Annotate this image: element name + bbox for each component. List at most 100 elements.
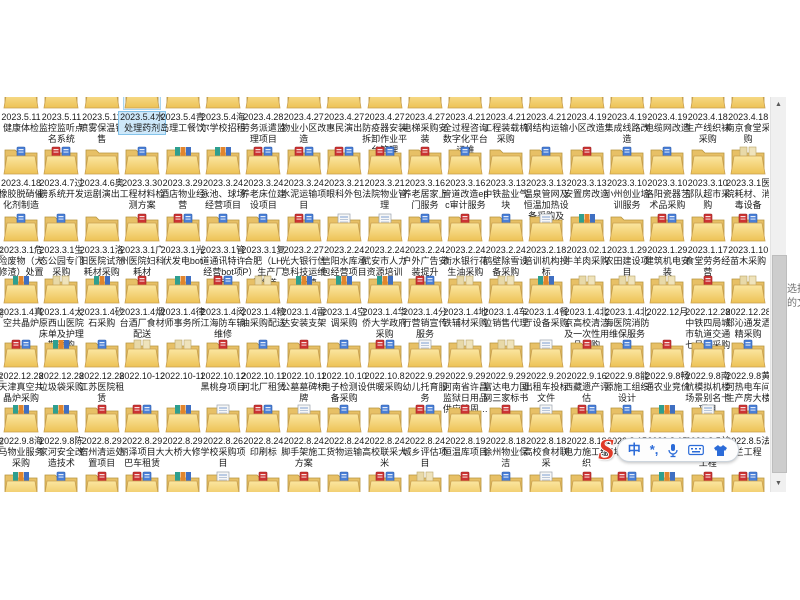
- file-item-label: 2023.1.4空调采购: [321, 307, 367, 329]
- voice-input-icon[interactable]: [667, 443, 679, 458]
- file-item-label: 2023.1.4餐厅设备采购: [523, 307, 569, 329]
- folder-icon: [447, 274, 483, 304]
- folder-icon: [245, 145, 281, 175]
- folder-icon: [690, 212, 726, 242]
- folder-icon: [447, 403, 483, 433]
- file-item-label: 2022.8.18高校食材联采: [523, 436, 569, 469]
- folder-icon: [124, 470, 160, 492]
- folder-icon: [488, 274, 524, 304]
- folder-icon: [569, 212, 605, 242]
- folder-icon: [488, 470, 524, 492]
- file-item-label: 2023.1.4地铁辅材采购: [442, 307, 488, 329]
- ime-toolbar[interactable]: S 中 *,: [598, 434, 739, 466]
- folder-icon: [447, 338, 483, 368]
- scrollbar-thumb[interactable]: [772, 255, 787, 473]
- folder-icon: [730, 403, 766, 433]
- folder-icon: [569, 97, 605, 109]
- folder-icon: [286, 274, 322, 304]
- file-item-label: 2023.3.24水泥运输项目: [281, 178, 327, 211]
- punctuation-icon[interactable]: *,: [650, 439, 659, 461]
- file-item-label: 2022.12.28江苏医院租赁: [79, 371, 125, 404]
- folder-icon: [367, 470, 403, 492]
- folder-icon: [407, 212, 443, 242]
- file-item-label: 2023.4.7过磅系统开发: [38, 178, 84, 200]
- folder-icon: [245, 212, 281, 242]
- folder-icon: [165, 470, 201, 492]
- folder-icon: [690, 145, 726, 175]
- chinese-mode-icon[interactable]: 中: [628, 439, 641, 461]
- folder-icon: [326, 403, 362, 433]
- file-item-label: 2023.1.4粮油采购配送: [240, 307, 286, 329]
- file-item-label: 2022.10-12: [119, 371, 165, 382]
- folder-icon: [245, 274, 281, 304]
- file-item-label: 2023.4.27惠民演出: [321, 112, 367, 134]
- ime-logo-icon[interactable]: S: [598, 435, 615, 465]
- file-item-label: 2023.3.10部队超市采购: [685, 178, 731, 211]
- vertical-scrollbar[interactable]: ▲ ▼: [770, 97, 786, 492]
- skin-center-icon[interactable]: [713, 444, 728, 457]
- file-item-label: 2022.8.19恒温库项目: [442, 436, 488, 458]
- folder-icon: [124, 403, 160, 433]
- clipped-label-fragment: 三: [0, 371, 5, 384]
- file-item-label: 2023.3.10小州创业培训服务: [604, 178, 650, 211]
- soft-keyboard-icon[interactable]: [688, 444, 704, 456]
- file-item-label: 2022.8.24脚手架施工方案: [281, 436, 327, 469]
- file-item-label: 2023.5.11健康体检: [0, 112, 44, 134]
- screenshot-root: { "app": { "view": "explorer-large-icons…: [0, 0, 800, 600]
- scroll-up-arrow-icon[interactable]: ▲: [771, 97, 786, 113]
- folder-icon: [286, 212, 322, 242]
- file-item-label: 2023.3.21眼科外包: [321, 178, 367, 200]
- file-item-label: 2022.9.16西藏遗产评估: [564, 371, 610, 404]
- folder-icon: [730, 338, 766, 368]
- folder-icon: [690, 274, 726, 304]
- file-item-label: 2023.1.4华侨大学政府采购: [362, 307, 408, 340]
- file-item-label: 2022.9.29幼儿托育服务: [402, 371, 448, 404]
- folder-icon: [488, 97, 524, 109]
- file-item-label: 2022.8.24高校联采大米: [362, 436, 408, 469]
- file-item-label: 2023.1.4砂石采购: [79, 307, 125, 329]
- folder-icon: [43, 403, 79, 433]
- file-item-label: 2022.8.29大桥大修: [160, 436, 206, 458]
- folder-icon: [447, 212, 483, 242]
- file-item-label: 2022.12.28郑沁通发酒精采购: [725, 307, 769, 340]
- file-item-label: 2023.4.19电缆网改造: [644, 112, 690, 134]
- file-item-label: 2022.10-11: [160, 371, 206, 382]
- preview-hint-line: 选择要预览: [787, 283, 800, 297]
- folder-icon: [488, 145, 524, 175]
- folder-icon: [569, 274, 605, 304]
- file-item-label: 2023.4.21钢结构运输: [523, 112, 569, 134]
- folder-icon: [649, 403, 685, 433]
- folder-icon: [165, 274, 201, 304]
- folder-icon: [165, 145, 201, 175]
- folder-icon: [730, 470, 766, 492]
- folder-icon: [3, 97, 39, 109]
- file-item-label: 2023.1.4北海医院消防维保服务: [604, 307, 650, 340]
- file-item-label: 2023.1.10苗木采购: [725, 245, 769, 267]
- folder-icon: [205, 212, 241, 242]
- folder-icon: [124, 97, 160, 109]
- folder-icon: [205, 274, 241, 304]
- file-item-label: 2023.3.30工程材料检测方案: [119, 178, 165, 211]
- folder-icon: [690, 97, 726, 109]
- file-item-label: 2022.9.29富达电力国网三家标书: [483, 371, 529, 404]
- folder-icon: [407, 338, 443, 368]
- folder-icon: [286, 338, 322, 368]
- folder-icon: [205, 338, 241, 368]
- scroll-down-arrow-icon[interactable]: ▼: [771, 476, 786, 492]
- folder-icon: [367, 403, 403, 433]
- folder-icon: [730, 97, 766, 109]
- file-item-label: 2023.1.4真空共晶炉: [0, 307, 44, 329]
- file-item-label: 2023.3.21法院物业管理: [362, 178, 408, 211]
- folder-icon: [447, 470, 483, 492]
- folder-icon: [367, 274, 403, 304]
- folder-icon: [528, 403, 564, 433]
- clipped-label-fragment: 里: [0, 436, 5, 449]
- folder-icon: [84, 97, 120, 109]
- folder-icon: [569, 145, 605, 175]
- folder-icon: [488, 212, 524, 242]
- folder-icon: [367, 145, 403, 175]
- file-item-label: 2022.9.8海马物业服务采购: [0, 436, 44, 469]
- file-item-label: 2023.5.4青岛理工餐饮: [160, 112, 206, 134]
- preview-hint-line: 的文件: [787, 297, 800, 311]
- folder-icon: [528, 212, 564, 242]
